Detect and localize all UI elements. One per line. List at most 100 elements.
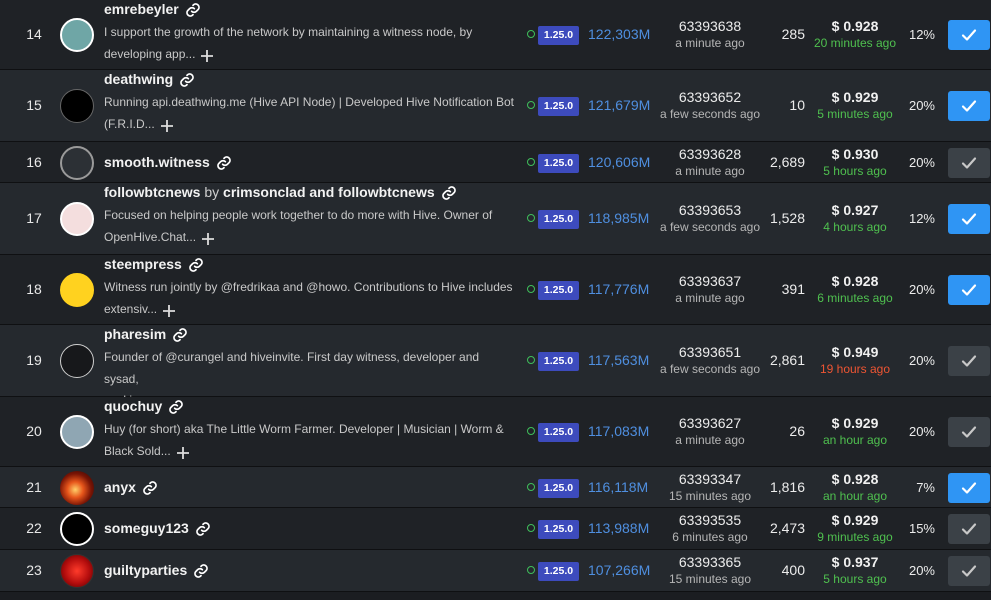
red-avatar-icon[interactable] [60, 554, 94, 588]
witness-name-line: steempress [104, 256, 204, 273]
votes-value: 107,266M [588, 562, 651, 578]
description-line: Founder of @curangel and hiveinvite. Fir… [104, 350, 480, 386]
link-icon[interactable] [185, 2, 201, 18]
someguy-logo-icon[interactable] [60, 512, 94, 546]
missed-blocks: 10 [789, 97, 805, 113]
link-icon[interactable] [188, 257, 204, 273]
block-number[interactable]: 63393652 [655, 89, 765, 106]
block-time: a minute ago [675, 433, 745, 447]
link-icon[interactable] [193, 563, 209, 579]
rank: 14 [26, 26, 42, 42]
witness-name[interactable]: someguy123 [104, 520, 189, 536]
missed-blocks: 1,816 [769, 478, 805, 495]
link-icon[interactable] [179, 72, 195, 88]
block-number[interactable]: 63393653 [655, 202, 765, 219]
vote-button[interactable] [948, 417, 990, 447]
price-time: 5 hours ago [823, 572, 887, 586]
block-number[interactable]: 63393627 [655, 415, 765, 432]
witness-name[interactable]: guiltyparties [104, 562, 187, 578]
missed-blocks: 26 [789, 423, 805, 439]
link-icon[interactable] [172, 327, 188, 343]
witness-name-line: followbtcnews by crimsonclad and followb… [104, 184, 457, 201]
last-block: 63393652 a few seconds ago [655, 89, 765, 122]
vote-button[interactable] [948, 275, 990, 305]
witness-row: 18 steempress Witness run jointly by @fred… [0, 255, 991, 325]
witness-name[interactable]: emrebeyler [104, 1, 179, 17]
price-value: $ 0.929 [831, 512, 879, 528]
expand-plus-icon[interactable] [176, 445, 189, 460]
block-number[interactable]: 63393347 [655, 471, 765, 488]
last-block: 63393627 a minute ago [655, 415, 765, 448]
description-truncated: developing app... [104, 46, 196, 61]
price-value: $ 0.937 [831, 554, 879, 570]
version-badge: 1.25.0 [538, 562, 579, 581]
witness-name[interactable]: pharesim [104, 326, 166, 342]
rank: 19 [26, 352, 42, 368]
vote-button[interactable] [948, 147, 990, 178]
rank: 23 [26, 562, 42, 578]
expand-plus-icon[interactable] [202, 231, 215, 246]
block-time: a few seconds ago [659, 362, 761, 376]
pixel-avatar-icon[interactable] [60, 18, 94, 52]
price-feed: $ 0.928 6 minutes ago [805, 273, 905, 306]
rank: 22 [26, 520, 42, 536]
block-number[interactable]: 63393651 [655, 344, 765, 361]
default-user-icon[interactable] [60, 145, 94, 180]
block-number[interactable]: 63393638 [655, 18, 765, 35]
block-time: a minute ago [675, 163, 745, 178]
witness-name[interactable]: deathwing [104, 71, 173, 87]
price-time: 9 minutes ago [817, 530, 893, 544]
block-number[interactable]: 63393365 [655, 554, 765, 571]
vote-button[interactable] [948, 556, 990, 586]
witness-name[interactable]: anyx [104, 479, 136, 495]
expand-plus-icon[interactable] [160, 118, 173, 133]
link-icon[interactable] [142, 480, 158, 496]
blank-avatar-icon[interactable] [60, 344, 94, 378]
description-line: Focused on helping people work together … [104, 208, 493, 222]
vote-button[interactable] [948, 472, 990, 503]
price-time: an hour ago [822, 488, 888, 503]
price-value: $ 0.928 [831, 470, 879, 487]
witness-row: 19 pharesim Founder of @curangel and hivei… [0, 325, 991, 409]
vote-button[interactable] [948, 204, 990, 234]
fire-avatar-icon[interactable] [60, 470, 94, 505]
description-line: Huy (for short) aka The Little Worm Farm… [104, 422, 504, 436]
witness-row: 20 quochuy Huy (for short) aka The Little … [0, 397, 991, 467]
deathwing-logo-icon[interactable] [60, 89, 94, 123]
expand-plus-icon[interactable] [201, 48, 214, 63]
photo-avatar-icon[interactable] [60, 415, 94, 449]
block-number[interactable]: 63393628 [655, 146, 765, 163]
description-line: developing app... [104, 44, 514, 66]
vote-button[interactable] [948, 91, 990, 121]
apr-rate: 12% [908, 27, 935, 42]
block-number[interactable]: 63393535 [655, 512, 765, 529]
witness-name[interactable]: steempress [104, 256, 182, 272]
block-time: 15 minutes ago [668, 488, 752, 503]
co-owners[interactable]: crimsonclad and followbtcnews [223, 184, 435, 200]
vote-button[interactable] [948, 20, 990, 50]
status-dot-icon [527, 30, 535, 38]
cartoon-avatar-icon[interactable] [60, 202, 94, 236]
block-number[interactable]: 63393637 [655, 273, 765, 290]
link-icon[interactable] [216, 155, 232, 171]
link-icon[interactable] [441, 185, 457, 201]
votes-value: 116,118M [588, 478, 649, 495]
witness-name[interactable]: smooth.witness [104, 154, 210, 170]
vote-button[interactable] [948, 514, 990, 544]
vote-button[interactable] [948, 346, 990, 376]
steempress-logo-icon[interactable] [60, 273, 94, 307]
version-badge: 1.25.0 [538, 210, 579, 229]
link-icon[interactable] [168, 399, 184, 415]
status-dot-icon [527, 356, 535, 364]
votes-value: 120,606M [588, 153, 651, 170]
witness-name[interactable]: quochuy [104, 398, 162, 414]
expand-plus-icon[interactable] [163, 303, 176, 318]
witness-row: 15 deathwing Running api.deathwing.me (Hiv… [0, 70, 991, 142]
last-block: 63393365 15 minutes ago [655, 554, 765, 587]
price-value: $ 0.928 [831, 18, 879, 34]
votes-value: 122,303M [588, 26, 651, 42]
block-time: a few seconds ago [659, 107, 761, 121]
witness-name-line: anyx [104, 479, 158, 496]
link-icon[interactable] [195, 521, 211, 537]
witness-name[interactable]: followbtcnews [104, 184, 200, 200]
